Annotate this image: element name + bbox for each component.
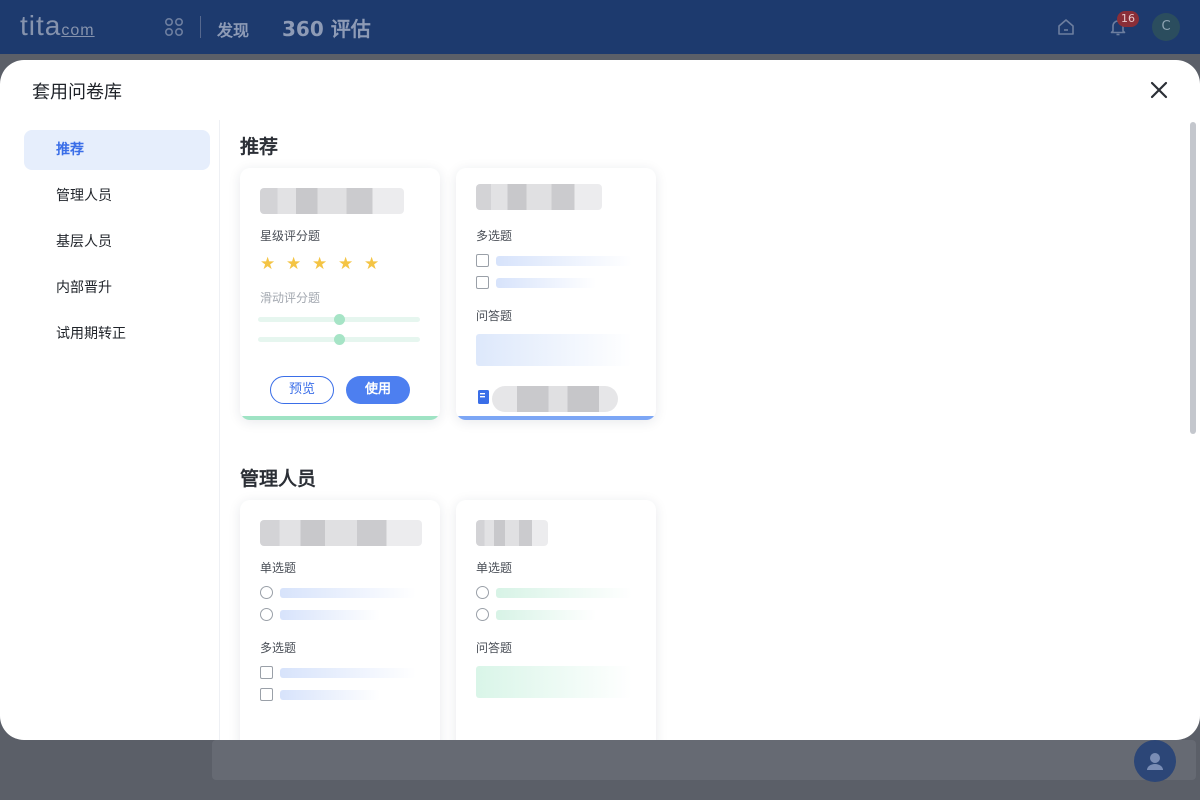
sidebar-item-frontline-staff[interactable]: 基层人员 xyxy=(24,222,210,262)
nav-360-evaluation[interactable]: 360 评估 xyxy=(282,13,371,42)
star-icon: ★ xyxy=(364,254,380,274)
blurred-usage-info xyxy=(492,386,618,412)
answer-placeholder xyxy=(476,334,632,366)
blurred-template-title xyxy=(476,184,602,210)
section-title-recommended: 推荐 xyxy=(240,136,279,158)
blurred-template-title xyxy=(260,520,422,546)
questionnaire-library-modal: 套用问卷库 推荐 管理人员 基层人员 内部晋升 试用期转正 推荐 星级评分题 ★… xyxy=(0,60,1200,740)
option-placeholder xyxy=(496,610,596,620)
template-card[interactable]: 单选题 问答题 xyxy=(456,500,656,740)
topbar-divider xyxy=(200,16,201,38)
question-type-label: 滑动评分题 xyxy=(260,291,321,305)
option-placeholder xyxy=(496,588,632,598)
preview-button[interactable]: 预览 xyxy=(270,376,334,404)
star-icon: ★ xyxy=(312,254,328,274)
checkbox xyxy=(476,276,489,289)
template-card[interactable]: 单选题 多选题 xyxy=(240,500,440,740)
star-icon: ★ xyxy=(338,254,354,274)
slider-thumb xyxy=(334,334,345,345)
blurred-template-title xyxy=(260,188,404,214)
template-card[interactable]: 星级评分题 ★ ★ ★ ★ ★ 滑动评分题 预览 使用 xyxy=(240,168,440,420)
option-placeholder xyxy=(496,256,632,266)
question-type-label: 星级评分题 xyxy=(260,229,321,243)
home-icon[interactable] xyxy=(1056,17,1076,37)
template-content: 推荐 星级评分题 ★ ★ ★ ★ ★ 滑动评分题 预览 使用 多选题 问答题 管… xyxy=(220,120,1188,740)
option-placeholder xyxy=(280,588,416,598)
star-icon: ★ xyxy=(260,254,276,274)
close-icon[interactable] xyxy=(1148,79,1170,101)
question-type-label: 问答题 xyxy=(476,309,513,323)
question-type-label: 单选题 xyxy=(260,561,297,575)
radio-button xyxy=(260,608,273,621)
radio-button xyxy=(476,586,489,599)
blurred-template-title xyxy=(476,520,548,546)
document-icon xyxy=(478,390,489,404)
sidebar-item-internal-promotion[interactable]: 内部晋升 xyxy=(24,268,210,308)
background-panel xyxy=(212,740,1196,780)
question-type-label: 问答题 xyxy=(476,641,513,655)
section-title-managers: 管理人员 xyxy=(240,468,317,490)
top-navigation-bar: titacom 发现 360 评估 16 C xyxy=(0,0,1200,54)
sidebar-item-managers[interactable]: 管理人员 xyxy=(24,176,210,216)
sidebar-item-probation-confirmation[interactable]: 试用期转正 xyxy=(24,314,210,354)
radio-button xyxy=(260,586,273,599)
category-sidebar: 推荐 管理人员 基层人员 内部晋升 试用期转正 xyxy=(0,120,220,740)
avatar[interactable]: C xyxy=(1152,13,1180,41)
option-placeholder xyxy=(280,668,416,678)
user-support-icon xyxy=(1147,753,1163,770)
sidebar-item-recommended[interactable]: 推荐 xyxy=(24,130,210,170)
checkbox xyxy=(260,688,273,701)
question-type-label: 多选题 xyxy=(476,229,513,243)
modal-title: 套用问卷库 xyxy=(32,82,122,103)
card-accent-line xyxy=(456,416,656,420)
card-accent-line xyxy=(240,416,440,420)
slider-thumb xyxy=(334,314,345,325)
notification-badge[interactable]: 16 xyxy=(1117,11,1139,27)
option-placeholder xyxy=(280,690,380,700)
scrollbar-thumb[interactable] xyxy=(1190,122,1196,434)
customer-service-button[interactable] xyxy=(1134,740,1176,782)
question-type-label: 多选题 xyxy=(260,641,297,655)
answer-placeholder xyxy=(476,666,632,698)
template-card[interactable]: 多选题 问答题 xyxy=(456,168,656,420)
use-button[interactable]: 使用 xyxy=(346,376,410,404)
question-type-label: 单选题 xyxy=(476,561,513,575)
option-placeholder xyxy=(496,278,596,288)
radio-button xyxy=(476,608,489,621)
star-icon: ★ xyxy=(286,254,302,274)
tita-logo[interactable]: titacom xyxy=(20,10,95,42)
option-placeholder xyxy=(280,610,380,620)
checkbox xyxy=(476,254,489,267)
checkbox xyxy=(260,666,273,679)
apps-grid-icon[interactable] xyxy=(164,17,184,37)
nav-discover[interactable]: 发现 xyxy=(217,17,249,41)
